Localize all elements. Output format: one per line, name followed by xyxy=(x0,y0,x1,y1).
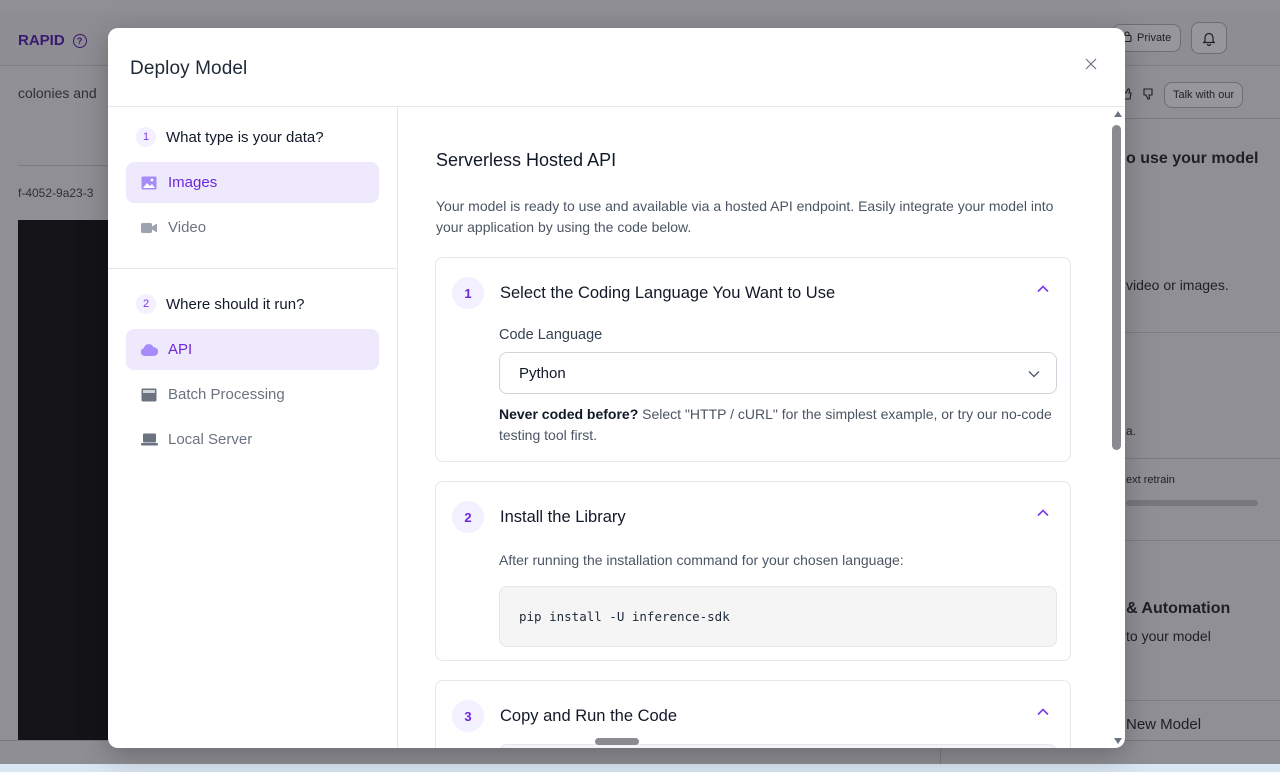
step-card-language: 1 Select the Coding Language You Want to… xyxy=(435,257,1071,462)
card-header[interactable]: 2 Install the Library xyxy=(452,501,626,533)
card-body: Code Language Python Never coded before?… xyxy=(499,327,1059,443)
code-language-select[interactable]: Python xyxy=(499,352,1057,394)
divider xyxy=(1120,332,1280,333)
option-video[interactable]: Video xyxy=(126,207,379,248)
step-label: What type is your data? xyxy=(166,128,324,146)
card-body: After running the installation command f… xyxy=(499,550,1059,647)
chevron-down-icon xyxy=(1028,365,1040,382)
retrain-text: ext retrain xyxy=(1126,474,1175,486)
cloud-icon xyxy=(140,343,158,357)
app-brand: RAPID ? xyxy=(18,32,87,49)
step-group-run-location: 2 Where should it run? API Batch Process… xyxy=(108,289,397,460)
install-code-block[interactable]: pip install -U inference-sdk xyxy=(499,586,1057,647)
step-group-data-type: 1 What type is your data? Images Video xyxy=(108,107,397,248)
step-number: 1 xyxy=(136,127,156,147)
use-model-heading: o use your model xyxy=(1126,150,1259,167)
automation-heading: & Automation xyxy=(1126,600,1231,617)
chevron-up-icon[interactable] xyxy=(1036,705,1050,719)
step-header: 2 Where should it run? xyxy=(126,289,379,319)
bell-icon xyxy=(1191,22,1228,54)
divider xyxy=(1120,700,1280,701)
install-text: After running the installation command f… xyxy=(499,552,904,568)
option-local-server[interactable]: Local Server xyxy=(126,419,379,460)
step-card-install: 2 Install the Library After running the … xyxy=(435,481,1071,661)
card-number: 1 xyxy=(452,277,484,309)
brand-text: RAPID xyxy=(18,32,65,49)
modal-header: Deploy Model xyxy=(108,28,1125,107)
help-icon: ? xyxy=(72,33,87,48)
option-label: Batch Processing xyxy=(168,386,285,403)
chevron-up-icon[interactable] xyxy=(1036,282,1050,296)
card-title: Install the Library xyxy=(500,507,626,526)
option-label: Images xyxy=(168,174,218,191)
option-label: Video xyxy=(168,219,207,236)
hint-bold: Never coded before? xyxy=(499,406,639,422)
a-text: a. xyxy=(1126,424,1137,438)
step-label: Where should it run? xyxy=(166,295,305,313)
vertical-scrollbar[interactable] xyxy=(1109,107,1125,748)
option-api[interactable]: API xyxy=(126,329,379,370)
preview-panel xyxy=(18,220,110,740)
project-subtitle: colonies and xyxy=(18,85,97,101)
divider xyxy=(18,165,110,166)
option-batch-processing[interactable]: Batch Processing xyxy=(126,374,379,415)
horizontal-scrollbar-thumb[interactable] xyxy=(595,738,639,745)
topbar-actions: Private xyxy=(1112,22,1228,54)
divider xyxy=(1120,458,1280,459)
image-icon xyxy=(140,176,158,190)
talk-with-our-button: Talk with our xyxy=(1164,82,1244,108)
code-language-label: Code Language xyxy=(499,327,603,343)
section-title: Serverless Hosted API xyxy=(436,150,617,170)
deploy-content: Serverless Hosted API Your model is read… xyxy=(399,107,1125,748)
option-label: API xyxy=(168,341,193,358)
code-text: pip install -U inference-sdk xyxy=(519,609,730,624)
divider xyxy=(108,268,397,269)
scroll-up-arrow-icon[interactable] xyxy=(1114,111,1122,117)
new-model-button: New Model xyxy=(1126,716,1202,733)
retrain-progress xyxy=(1126,500,1258,506)
run-code-block[interactable] xyxy=(499,744,1057,748)
deploy-steps-nav: 1 What type is your data? Images Video 2… xyxy=(108,107,398,748)
card-header[interactable]: 3 Copy and Run the Code xyxy=(452,700,677,732)
scroll-down-arrow-icon[interactable] xyxy=(1114,738,1122,744)
laptop-icon xyxy=(140,433,158,447)
card-title: Copy and Run the Code xyxy=(500,706,678,725)
batch-icon xyxy=(140,388,158,402)
thumbs-down-icon xyxy=(1142,87,1154,103)
never-coded-hint: Never coded before? Select "HTTP / cURL"… xyxy=(499,404,1059,446)
option-images[interactable]: Images xyxy=(126,162,379,203)
step-header: 1 What type is your data? xyxy=(126,122,379,152)
feedback-row: Talk with our xyxy=(1122,82,1244,108)
card-title: Select the Coding Language You Want to U… xyxy=(500,283,836,302)
option-label: Local Server xyxy=(168,431,253,448)
card-header[interactable]: 1 Select the Coding Language You Want to… xyxy=(452,277,835,309)
chevron-up-icon[interactable] xyxy=(1036,506,1050,520)
model-id: f-4052-9a23-3 xyxy=(18,186,94,200)
modal-title: Deploy Model xyxy=(130,58,248,79)
divider xyxy=(1120,540,1280,541)
step-number: 2 xyxy=(136,294,156,314)
card-number: 3 xyxy=(452,700,484,732)
video-icon xyxy=(140,221,158,235)
section-description: Your model is ready to use and available… xyxy=(436,198,1054,235)
card-number: 2 xyxy=(452,501,484,533)
page-bottom-strip xyxy=(0,764,1280,772)
select-value: Python xyxy=(519,364,566,382)
video-images-text: video or images. xyxy=(1126,277,1229,293)
divider xyxy=(1120,118,1280,119)
automation-text: to your model xyxy=(1126,628,1211,644)
step-card-run-code: 3 Copy and Run the Code xyxy=(435,680,1071,748)
deploy-model-modal: Deploy Model 1 What type is your data? I… xyxy=(108,28,1125,748)
close-icon[interactable] xyxy=(1085,54,1097,75)
private-label: Private xyxy=(1137,32,1172,44)
scrollbar-thumb[interactable] xyxy=(1112,125,1121,450)
